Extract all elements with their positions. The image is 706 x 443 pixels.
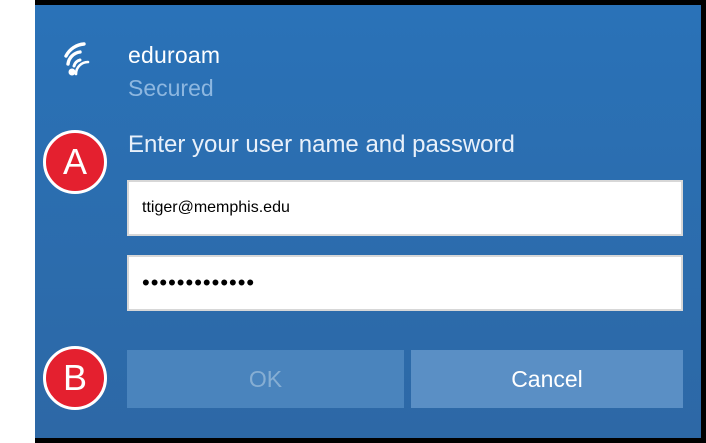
wifi-icon [62,40,104,82]
username-input[interactable]: ttiger@memphis.edu [127,180,683,236]
cancel-button[interactable]: Cancel [411,350,683,408]
password-input[interactable]: ••••••••••••• [127,255,683,311]
credentials-prompt: Enter your user name and password [128,131,515,158]
annotation-marker-a: A [43,130,107,194]
left-margin [0,0,35,443]
annotation-marker-b: B [43,346,107,410]
security-status: Secured [128,75,214,101]
network-name: eduroam [128,42,221,68]
ok-button[interactable]: OK [127,350,404,408]
